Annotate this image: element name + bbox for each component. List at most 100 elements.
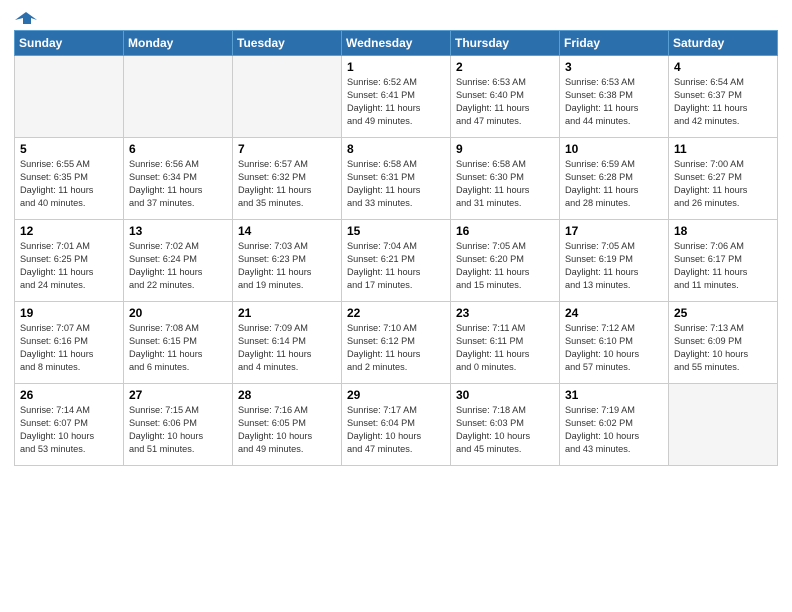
calendar-cell: 24 Sunrise: 7:12 AMSunset: 6:10 PMDayligh… bbox=[560, 302, 669, 384]
cell-content: Sunrise: 7:06 AMSunset: 6:17 PMDaylight:… bbox=[674, 240, 772, 292]
calendar-table: SundayMondayTuesdayWednesdayThursdayFrid… bbox=[14, 30, 778, 466]
day-number: 8 bbox=[347, 142, 445, 156]
cell-content: Sunrise: 7:08 AMSunset: 6:15 PMDaylight:… bbox=[129, 322, 227, 374]
day-number: 15 bbox=[347, 224, 445, 238]
calendar-week-2: 5 Sunrise: 6:55 AMSunset: 6:35 PMDaylight… bbox=[15, 138, 778, 220]
calendar-cell: 15 Sunrise: 7:04 AMSunset: 6:21 PMDayligh… bbox=[342, 220, 451, 302]
cell-content: Sunrise: 7:17 AMSunset: 6:04 PMDaylight:… bbox=[347, 404, 445, 456]
cell-content: Sunrise: 6:57 AMSunset: 6:32 PMDaylight:… bbox=[238, 158, 336, 210]
day-number: 7 bbox=[238, 142, 336, 156]
day-number: 22 bbox=[347, 306, 445, 320]
day-number: 17 bbox=[565, 224, 663, 238]
day-number: 10 bbox=[565, 142, 663, 156]
day-number: 25 bbox=[674, 306, 772, 320]
day-number: 1 bbox=[347, 60, 445, 74]
calendar-cell: 29 Sunrise: 7:17 AMSunset: 6:04 PMDayligh… bbox=[342, 384, 451, 466]
day-header-monday: Monday bbox=[124, 31, 233, 56]
cell-content: Sunrise: 6:55 AMSunset: 6:35 PMDaylight:… bbox=[20, 158, 118, 210]
calendar-cell: 6 Sunrise: 6:56 AMSunset: 6:34 PMDaylight… bbox=[124, 138, 233, 220]
day-number: 6 bbox=[129, 142, 227, 156]
day-number: 24 bbox=[565, 306, 663, 320]
calendar-cell: 19 Sunrise: 7:07 AMSunset: 6:16 PMDayligh… bbox=[15, 302, 124, 384]
day-number: 31 bbox=[565, 388, 663, 402]
cell-content: Sunrise: 7:16 AMSunset: 6:05 PMDaylight:… bbox=[238, 404, 336, 456]
calendar-cell bbox=[233, 56, 342, 138]
calendar-cell: 28 Sunrise: 7:16 AMSunset: 6:05 PMDayligh… bbox=[233, 384, 342, 466]
calendar-cell: 7 Sunrise: 6:57 AMSunset: 6:32 PMDaylight… bbox=[233, 138, 342, 220]
day-header-saturday: Saturday bbox=[669, 31, 778, 56]
day-number: 14 bbox=[238, 224, 336, 238]
day-number: 16 bbox=[456, 224, 554, 238]
cell-content: Sunrise: 7:19 AMSunset: 6:02 PMDaylight:… bbox=[565, 404, 663, 456]
cell-content: Sunrise: 7:05 AMSunset: 6:20 PMDaylight:… bbox=[456, 240, 554, 292]
cell-content: Sunrise: 7:03 AMSunset: 6:23 PMDaylight:… bbox=[238, 240, 336, 292]
day-header-friday: Friday bbox=[560, 31, 669, 56]
day-number: 3 bbox=[565, 60, 663, 74]
day-number: 26 bbox=[20, 388, 118, 402]
day-number: 19 bbox=[20, 306, 118, 320]
day-number: 9 bbox=[456, 142, 554, 156]
calendar-cell: 21Sunrise: 7:09 AMSunset: 6:14 PMDayligh… bbox=[233, 302, 342, 384]
calendar-cell: 5 Sunrise: 6:55 AMSunset: 6:35 PMDaylight… bbox=[15, 138, 124, 220]
cell-content: Sunrise: 6:52 AMSunset: 6:41 PMDaylight:… bbox=[347, 76, 445, 128]
calendar-cell: 22Sunrise: 7:10 AMSunset: 6:12 PMDayligh… bbox=[342, 302, 451, 384]
day-number: 29 bbox=[347, 388, 445, 402]
calendar-cell: 9 Sunrise: 6:58 AMSunset: 6:30 PMDaylight… bbox=[451, 138, 560, 220]
calendar-cell: 12 Sunrise: 7:01 AMSunset: 6:25 PMDayligh… bbox=[15, 220, 124, 302]
cell-content: Sunrise: 7:04 AMSunset: 6:21 PMDaylight:… bbox=[347, 240, 445, 292]
cell-content: Sunrise: 7:18 AMSunset: 6:03 PMDaylight:… bbox=[456, 404, 554, 456]
day-number: 21 bbox=[238, 306, 336, 320]
calendar-cell: 4 Sunrise: 6:54 AMSunset: 6:37 PMDaylight… bbox=[669, 56, 778, 138]
calendar-week-3: 12 Sunrise: 7:01 AMSunset: 6:25 PMDayligh… bbox=[15, 220, 778, 302]
day-number: 18 bbox=[674, 224, 772, 238]
calendar-cell: 16 Sunrise: 7:05 AMSunset: 6:20 PMDayligh… bbox=[451, 220, 560, 302]
day-number: 4 bbox=[674, 60, 772, 74]
calendar-cell: 14 Sunrise: 7:03 AMSunset: 6:23 PMDayligh… bbox=[233, 220, 342, 302]
logo-bird-icon bbox=[15, 10, 37, 26]
cell-content: Sunrise: 7:05 AMSunset: 6:19 PMDaylight:… bbox=[565, 240, 663, 292]
calendar-cell: 11 Sunrise: 7:00 AMSunset: 6:27 PMDayligh… bbox=[669, 138, 778, 220]
day-number: 27 bbox=[129, 388, 227, 402]
day-number: 28 bbox=[238, 388, 336, 402]
day-number: 11 bbox=[674, 142, 772, 156]
day-header-wednesday: Wednesday bbox=[342, 31, 451, 56]
calendar-cell: 30Sunrise: 7:18 AMSunset: 6:03 PMDayligh… bbox=[451, 384, 560, 466]
cell-content: Sunrise: 7:14 AMSunset: 6:07 PMDaylight:… bbox=[20, 404, 118, 456]
logo bbox=[14, 10, 38, 22]
calendar-cell: 31 Sunrise: 7:19 AMSunset: 6:02 PMDayligh… bbox=[560, 384, 669, 466]
day-header-tuesday: Tuesday bbox=[233, 31, 342, 56]
cell-content: Sunrise: 6:53 AMSunset: 6:40 PMDaylight:… bbox=[456, 76, 554, 128]
day-number: 2 bbox=[456, 60, 554, 74]
calendar-cell: 1 Sunrise: 6:52 AMSunset: 6:41 PMDaylight… bbox=[342, 56, 451, 138]
day-header-thursday: Thursday bbox=[451, 31, 560, 56]
calendar-cell: 20Sunrise: 7:08 AMSunset: 6:15 PMDayligh… bbox=[124, 302, 233, 384]
cell-content: Sunrise: 7:12 AMSunset: 6:10 PMDaylight:… bbox=[565, 322, 663, 374]
cell-content: Sunrise: 7:00 AMSunset: 6:27 PMDaylight:… bbox=[674, 158, 772, 210]
calendar-cell: 3Sunrise: 6:53 AMSunset: 6:38 PMDaylight… bbox=[560, 56, 669, 138]
cell-content: Sunrise: 7:11 AMSunset: 6:11 PMDaylight:… bbox=[456, 322, 554, 374]
day-number: 23 bbox=[456, 306, 554, 320]
day-number: 5 bbox=[20, 142, 118, 156]
cell-content: Sunrise: 6:58 AMSunset: 6:31 PMDaylight:… bbox=[347, 158, 445, 210]
calendar-cell: 2 Sunrise: 6:53 AMSunset: 6:40 PMDaylight… bbox=[451, 56, 560, 138]
calendar-cell: 25 Sunrise: 7:13 AMSunset: 6:09 PMDayligh… bbox=[669, 302, 778, 384]
cell-content: Sunrise: 7:13 AMSunset: 6:09 PMDaylight:… bbox=[674, 322, 772, 374]
header bbox=[14, 10, 778, 22]
calendar-cell: 18 Sunrise: 7:06 AMSunset: 6:17 PMDayligh… bbox=[669, 220, 778, 302]
calendar-week-1: 1 Sunrise: 6:52 AMSunset: 6:41 PMDaylight… bbox=[15, 56, 778, 138]
cell-content: Sunrise: 6:56 AMSunset: 6:34 PMDaylight:… bbox=[129, 158, 227, 210]
cell-content: Sunrise: 6:58 AMSunset: 6:30 PMDaylight:… bbox=[456, 158, 554, 210]
page: SundayMondayTuesdayWednesdayThursdayFrid… bbox=[0, 0, 792, 612]
calendar-cell: 26 Sunrise: 7:14 AMSunset: 6:07 PMDayligh… bbox=[15, 384, 124, 466]
calendar-cell: 10 Sunrise: 6:59 AMSunset: 6:28 PMDayligh… bbox=[560, 138, 669, 220]
calendar-header-row: SundayMondayTuesdayWednesdayThursdayFrid… bbox=[15, 31, 778, 56]
cell-content: Sunrise: 7:01 AMSunset: 6:25 PMDaylight:… bbox=[20, 240, 118, 292]
day-number: 12 bbox=[20, 224, 118, 238]
cell-content: Sunrise: 6:59 AMSunset: 6:28 PMDaylight:… bbox=[565, 158, 663, 210]
calendar-cell bbox=[669, 384, 778, 466]
cell-content: Sunrise: 6:54 AMSunset: 6:37 PMDaylight:… bbox=[674, 76, 772, 128]
calendar-cell: 13Sunrise: 7:02 AMSunset: 6:24 PMDayligh… bbox=[124, 220, 233, 302]
calendar-cell: 17 Sunrise: 7:05 AMSunset: 6:19 PMDayligh… bbox=[560, 220, 669, 302]
cell-content: Sunrise: 7:07 AMSunset: 6:16 PMDaylight:… bbox=[20, 322, 118, 374]
calendar-week-4: 19 Sunrise: 7:07 AMSunset: 6:16 PMDayligh… bbox=[15, 302, 778, 384]
